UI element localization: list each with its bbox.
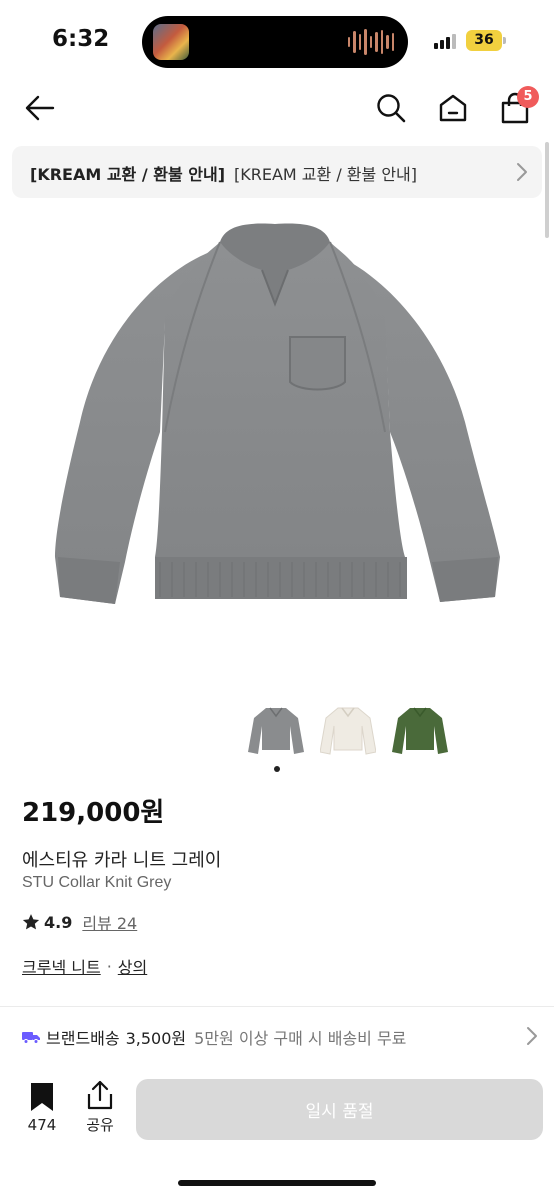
shipping-label: 브랜드배송 <box>46 1029 120 1048</box>
thumbnail-green[interactable] <box>392 700 448 760</box>
category-separator: · <box>106 956 112 976</box>
thumbnail-grey-sweater <box>248 707 304 754</box>
product-name-english: STU Collar Knit Grey <box>22 874 172 891</box>
shipping-price: 3,500원 <box>125 1029 187 1048</box>
scrollbar[interactable] <box>545 142 549 238</box>
sold-out-button[interactable]: 일시 품절 <box>136 1079 543 1140</box>
back-button[interactable] <box>20 88 60 128</box>
truck-icon <box>22 1030 40 1044</box>
search-button[interactable] <box>372 88 410 128</box>
share-button[interactable]: 공유 <box>80 1080 120 1136</box>
cellular-signal-icon <box>434 34 456 49</box>
back-arrow-icon <box>25 95 55 121</box>
now-playing-artwork <box>153 24 189 60</box>
dynamic-island <box>142 16 408 68</box>
exchange-refund-notice[interactable]: [KREAM 교환 / 환불 안내] [KREAM 교환 / 환불 안내] <box>12 146 542 198</box>
carousel-indicator <box>274 766 280 772</box>
battery-icon: 36 <box>466 30 502 51</box>
thumbnail-green-sweater <box>392 707 448 754</box>
status-bar: 6:32 36 <box>0 0 554 80</box>
bookmark-count: 474 <box>27 1116 57 1134</box>
review-link[interactable]: 리뷰 24 <box>82 910 137 934</box>
product-rating: 4.9 리뷰 24 <box>22 910 137 934</box>
cart-count-badge: 5 <box>517 86 539 108</box>
product-image[interactable] <box>40 212 514 622</box>
thumbnail-ivory-sweater <box>320 707 376 755</box>
battery-level: 36 <box>474 32 494 48</box>
star-icon <box>22 914 40 930</box>
share-icon <box>87 1080 113 1110</box>
chevron-right-icon <box>517 163 527 181</box>
thumbnail-grey[interactable] <box>248 700 304 760</box>
shipping-info-row[interactable]: 브랜드배송 3,500원 5만원 이상 구매 시 배송비 무료 <box>22 1024 538 1050</box>
top-navigation <box>0 80 554 136</box>
rating-value: 4.9 <box>44 912 73 932</box>
category-link-secondary[interactable]: 상의 <box>118 954 147 978</box>
product-category: 크루넥 니트 · 상의 <box>22 954 147 978</box>
status-time: 6:32 <box>52 26 110 52</box>
chevron-right-icon <box>527 1027 537 1045</box>
home-button[interactable] <box>434 88 472 128</box>
battery-tip <box>503 37 506 44</box>
notice-text: [KREAM 교환 / 환불 안내] <box>234 165 418 184</box>
share-label: 공유 <box>86 1116 114 1134</box>
bookmark-button[interactable]: 474 <box>22 1082 62 1138</box>
search-icon <box>377 94 406 123</box>
category-link-primary[interactable]: 크루넥 니트 <box>22 954 101 978</box>
product-name-korean: 에스티유 카라 니트 그레이 <box>22 850 222 871</box>
product-price: 219,000원 <box>22 798 165 828</box>
home-icon <box>439 94 467 122</box>
divider <box>0 1006 554 1007</box>
audio-waveform-icon <box>347 28 394 56</box>
shipping-note: 5만원 이상 구매 시 배송비 무료 <box>194 1029 407 1048</box>
notice-title: [KREAM 교환 / 환불 안내] <box>30 165 226 184</box>
color-thumbnails <box>248 700 448 760</box>
thumbnail-ivory[interactable] <box>320 700 376 760</box>
bookmark-icon <box>31 1083 53 1111</box>
sweater-illustration <box>55 223 500 604</box>
home-indicator[interactable] <box>178 1180 376 1186</box>
